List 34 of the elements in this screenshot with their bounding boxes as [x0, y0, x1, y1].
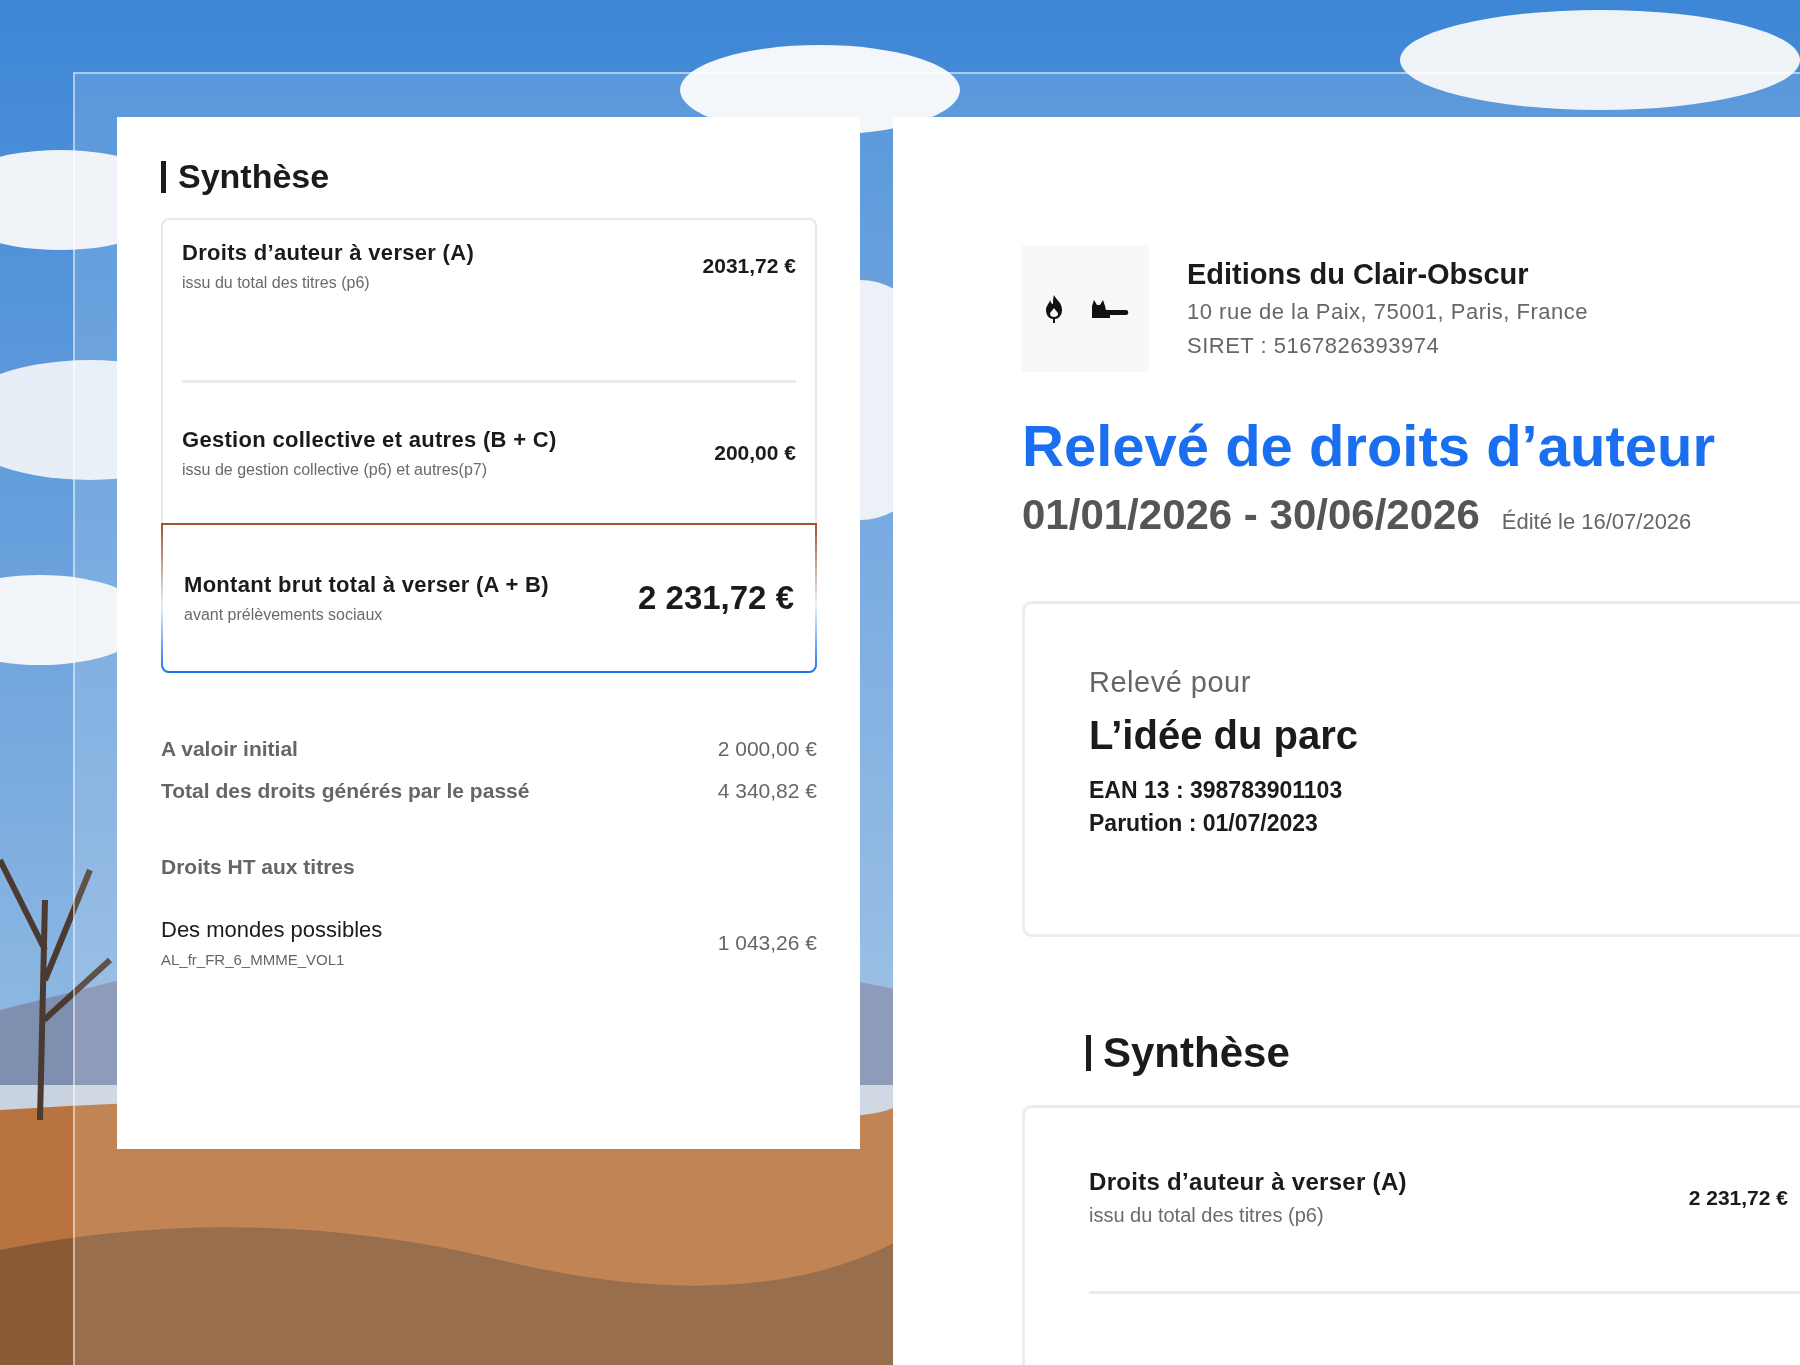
title-name: Des mondes possibles [161, 917, 383, 943]
amount: 2 231,72 € [638, 579, 794, 617]
row-note: avant prélèvements sociaux [184, 606, 384, 624]
row-note: issu du total des titres (p6) [1089, 1204, 1325, 1227]
detail-label: A valoir initial [161, 737, 298, 761]
heading-bar [1086, 1035, 1091, 1071]
section-heading: Synthèse [178, 157, 330, 196]
book-title: L’idée du parc [1089, 713, 1359, 758]
row-note: issu du total des titres (p6) [182, 274, 371, 292]
amount: 2031,72 € [702, 254, 796, 278]
amount: 2 000,00 € [717, 737, 817, 761]
row-label: Montant brut total à verser (A + B) [184, 572, 549, 598]
edit-date: Édité le 16/07/2026 [1501, 509, 1692, 535]
recipient-caption: Relevé pour [1089, 666, 1252, 699]
row-label: Gestion collective et autres (B + C) [182, 427, 557, 453]
publisher-name: Editions du Clair-Obscur [1187, 258, 1530, 291]
document-title: Relevé de droits d’auteur [1022, 412, 1716, 479]
release-date: Parution : 01/07/2023 [1089, 809, 1319, 839]
ean-code: EAN 13 : 398783901103 [1089, 776, 1344, 805]
amount: 4 340,82 € [717, 779, 817, 803]
period-range: 01/01/2026 - 30/06/2026 [1022, 491, 1480, 539]
heading-bar [161, 160, 166, 193]
title-code: AL_fr_FR_6_MMME_VOL1 [161, 951, 346, 968]
row-label: Droits d’auteur à verser (A) [182, 240, 475, 266]
siret-number: SIRET : 5167826393974 [1187, 333, 1441, 359]
publisher-address: 10 rue de la Paix, 75001, Paris, France [1187, 299, 1589, 325]
row-note: issu de gestion collective (p6) et autres(p7) [182, 461, 489, 479]
row-label: Droits d’auteur à verser (A) [1089, 1168, 1407, 1196]
amount: 200,00 € [714, 441, 796, 465]
section-title: Droits HT aux titres [161, 855, 356, 879]
amount: 1 043,26 € [717, 930, 817, 955]
amount: 2 231,72 € [1688, 1185, 1788, 1210]
detail-label: Total des droits générés par le passé [161, 779, 530, 803]
section-heading: Synthèse [1103, 1029, 1290, 1077]
